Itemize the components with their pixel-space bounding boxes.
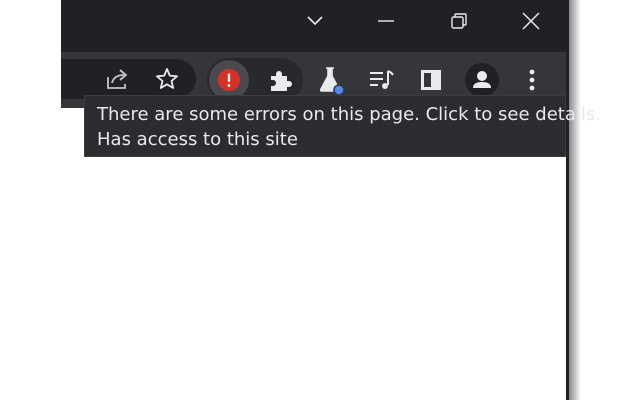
share-button[interactable] — [101, 62, 135, 96]
tab-search-button[interactable] — [298, 4, 332, 38]
title-bar — [61, 0, 568, 52]
share-icon — [107, 69, 128, 89]
chrome-labs-button[interactable] — [314, 63, 348, 97]
restore-icon — [451, 13, 467, 29]
tooltip-line-access: Has access to this site — [97, 129, 298, 150]
more-menu-icon — [529, 69, 535, 91]
reading-list-button[interactable] — [364, 63, 398, 97]
extensions-puzzle-icon — [271, 71, 292, 91]
browser-window — [61, 0, 568, 400]
minimize-button[interactable] — [369, 4, 403, 38]
profile-avatar-icon — [465, 63, 499, 97]
chrome-labs-flask-icon — [319, 67, 345, 95]
extension-tooltip: There are some errors on this page. Clic… — [84, 95, 601, 157]
close-icon — [522, 12, 540, 30]
minimize-icon — [378, 20, 394, 22]
restore-button[interactable] — [442, 4, 476, 38]
extension-error-icon — [218, 69, 240, 91]
side-panel-icon — [421, 70, 441, 90]
reading-list-icon — [370, 70, 394, 89]
extensions-button[interactable] — [263, 63, 297, 97]
omnibox[interactable] — [61, 59, 196, 99]
profile-button[interactable] — [465, 63, 499, 97]
more-menu-button[interactable] — [515, 63, 549, 97]
tooltip-line-errors: There are some errors on this page. Clic… — [97, 104, 601, 125]
bookmark-star-icon — [156, 68, 178, 89]
extension-error-button[interactable] — [212, 63, 246, 97]
close-window-button[interactable] — [514, 4, 548, 38]
window-shadow — [569, 0, 581, 400]
side-panel-button[interactable] — [414, 63, 448, 97]
bookmark-button[interactable] — [150, 62, 184, 96]
chevron-down-icon — [307, 16, 323, 26]
